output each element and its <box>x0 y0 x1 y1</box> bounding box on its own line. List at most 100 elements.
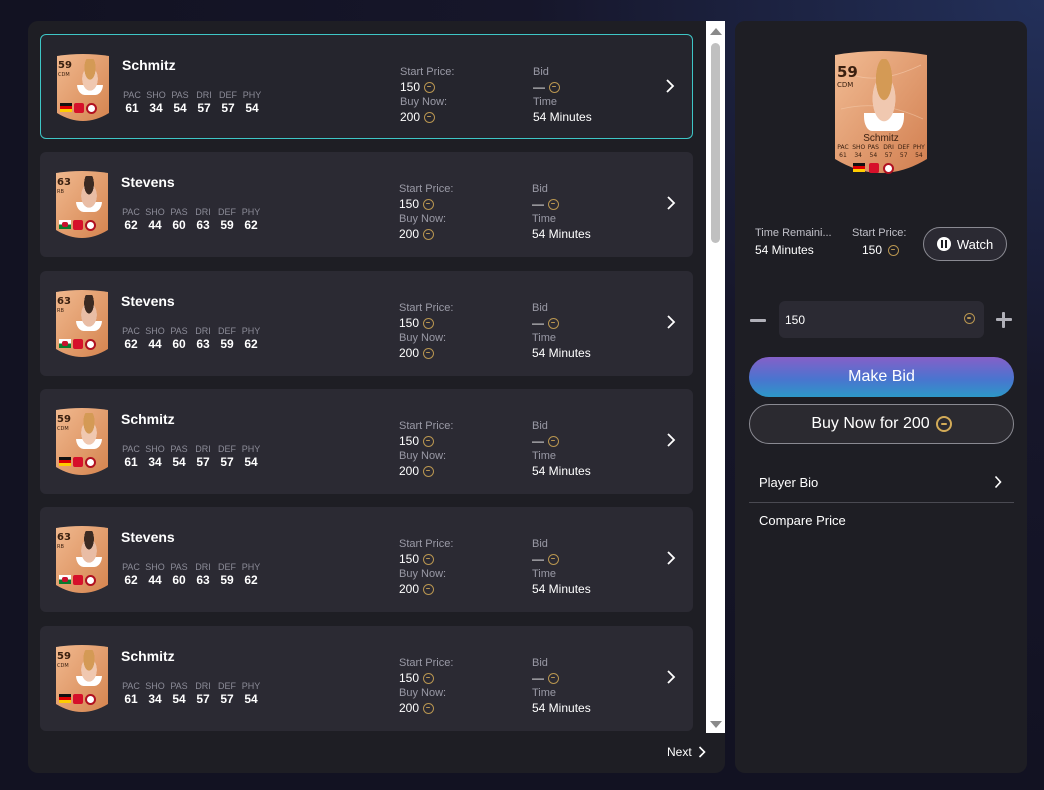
stat-value: 61 <box>124 692 138 706</box>
scroll-up-arrow-icon[interactable] <box>710 28 722 35</box>
stat-def: DEF 59 <box>217 562 237 587</box>
card-stats: PAC 61 SHO 34 PAS 54 DRI 57 DEF 57 PHY 54 <box>837 144 925 160</box>
player-stats: PAC 61 SHO 34 PAS 54 DRI 57 DEF 57 PHY 54 <box>121 444 261 469</box>
club-crest-icon <box>85 694 96 705</box>
league-logo-icon <box>869 163 879 173</box>
stat-label: SHO <box>145 562 165 572</box>
listing-row[interactable]: 59 CDM Schmitz PAC 61 SHO 34 PAS 54 DRI 57 DEF 57 PHY… <box>40 389 693 494</box>
coin-icon <box>888 244 900 256</box>
card-stat: DRI 57 <box>883 144 895 160</box>
card-badges <box>59 694 96 705</box>
stat-dri: DRI 63 <box>193 326 213 351</box>
chevron-right-icon[interactable] <box>663 314 679 330</box>
bid-amount-input[interactable] <box>779 301 984 338</box>
stat-value: 44 <box>148 218 162 232</box>
stat-value: 63 <box>196 337 210 351</box>
stat-value: 57 <box>220 692 234 706</box>
coin-icon <box>423 583 435 595</box>
coin-icon <box>423 198 435 210</box>
start-price-label: Start Price: <box>399 302 454 314</box>
stat-phy: PHY 62 <box>241 562 261 587</box>
current-bid-value: — <box>532 196 591 212</box>
stat-label: SHO <box>146 90 166 100</box>
increase-bid-button[interactable] <box>995 311 1013 329</box>
buy-now-button[interactable]: Buy Now for 200 <box>749 404 1014 444</box>
player-name: Stevens <box>121 174 175 190</box>
listing-row[interactable]: 59 CDM Schmitz PAC 61 SHO 34 PAS 54 DRI 57 DEF 57 PHY… <box>40 34 693 139</box>
stat-label: PHY <box>241 681 261 691</box>
buy-now-value: 200 <box>399 581 453 597</box>
stat-sho: SHO 34 <box>145 681 165 706</box>
listing-row[interactable]: 63 RB Stevens PAC 62 SHO 44 PAS 60 DRI 63 DEF 59 PHY 6… <box>40 507 693 612</box>
stat-dri: DRI 57 <box>193 444 213 469</box>
current-bid-amount: — <box>532 434 544 448</box>
next-page-button[interactable]: Next <box>667 745 706 759</box>
stat-label: SHO <box>145 681 165 691</box>
listing-row[interactable]: 63 RB Stevens PAC 62 SHO 44 PAS 60 DRI 63 DEF 59 PHY 6… <box>40 271 693 376</box>
card-stat-label: PAC <box>837 144 849 151</box>
card-badges <box>60 103 97 114</box>
stat-label: DRI <box>196 90 212 100</box>
card-badges <box>59 220 96 231</box>
current-bid-value: — <box>532 315 591 331</box>
card-stat: PAS 54 <box>867 144 879 160</box>
make-bid-button[interactable]: Make Bid <box>749 357 1014 397</box>
player-bio-item[interactable]: Player Bio <box>749 464 1014 500</box>
stat-value: 54 <box>245 101 259 115</box>
start-price-amount: 150 <box>399 316 420 330</box>
stat-pas: PAS 60 <box>169 562 189 587</box>
league-logo-icon <box>73 694 83 704</box>
player-name: Stevens <box>121 529 175 545</box>
chevron-right-icon[interactable] <box>663 195 679 211</box>
decrease-bid-button[interactable] <box>749 311 767 329</box>
scroll-down-arrow-icon[interactable] <box>710 721 722 728</box>
stat-pac: PAC 62 <box>121 562 141 587</box>
listing-scrollbar[interactable] <box>706 21 725 733</box>
player-portrait <box>76 295 102 331</box>
bid-label: Bid <box>532 183 548 195</box>
start-price-value: 150 <box>399 196 453 212</box>
time-remaining-value: 54 Minutes <box>532 227 591 241</box>
buy-now-value: 200 <box>399 463 453 479</box>
stat-label: PAS <box>170 207 188 217</box>
price-column: Start Price: 150 Buy Now: 200 <box>399 656 453 716</box>
chevron-right-icon[interactable] <box>663 432 679 448</box>
chevron-right-icon[interactable] <box>663 669 679 685</box>
bid-column: Bid — Time 54 Minutes <box>532 419 591 479</box>
stat-sho: SHO 44 <box>145 326 165 351</box>
start-price-label: Start Price: <box>399 420 454 432</box>
stat-value: 34 <box>148 455 162 469</box>
scroll-thumb[interactable] <box>711 43 720 243</box>
stat-pac: PAC 62 <box>121 326 141 351</box>
chevron-right-icon[interactable] <box>663 550 679 566</box>
wales-flag-icon <box>59 339 71 348</box>
chevron-right-icon[interactable] <box>662 78 678 94</box>
player-card-thumbnail: 63 RB <box>54 525 110 597</box>
time-label: Time <box>532 687 557 699</box>
start-price-value: 150 <box>399 315 453 331</box>
stat-value: 54 <box>172 455 186 469</box>
card-stat-label: PHY <box>913 144 925 151</box>
compare-price-item[interactable]: Compare Price <box>749 502 1014 538</box>
card-player-name: Schmitz <box>863 133 899 144</box>
watch-button[interactable]: Watch <box>923 227 1007 261</box>
stat-label: PHY <box>241 444 261 454</box>
stat-label: DRI <box>195 326 211 336</box>
time-remaining-value: 54 Minutes <box>533 110 592 124</box>
coin-icon <box>423 702 435 714</box>
card-stat-value: 54 <box>869 152 878 159</box>
stat-label: PAC <box>122 207 140 217</box>
price-column: Start Price: 150 Buy Now: 200 <box>399 537 453 597</box>
price-column: Start Price: 150 Buy Now: 200 <box>399 182 453 242</box>
player-portrait <box>864 59 904 131</box>
listing-row[interactable]: 59 CDM Schmitz PAC 61 SHO 34 PAS 54 DRI 57 DEF 57 PHY… <box>40 626 693 731</box>
stat-value: 54 <box>172 692 186 706</box>
stat-pas: PAS 54 <box>170 90 190 115</box>
card-rating: 63 <box>57 296 71 307</box>
stat-value: 62 <box>244 218 258 232</box>
stat-value: 63 <box>196 573 210 587</box>
listing-row[interactable]: 63 RB Stevens PAC 62 SHO 44 PAS 60 DRI 63 DEF 59 PHY 6… <box>40 152 693 257</box>
time-label: Time <box>533 96 558 108</box>
card-stat-value: 54 <box>915 152 923 159</box>
stat-pas: PAS 54 <box>169 681 189 706</box>
